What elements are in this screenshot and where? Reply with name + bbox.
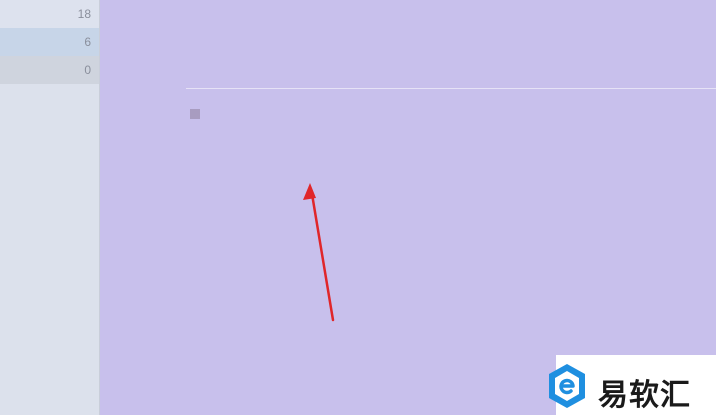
hexagon-e-logo-icon [549,364,585,408]
red-arrow-annotation-icon [303,183,335,322]
watermark-text: 易软汇 [598,378,691,413]
horizontal-divider [186,88,716,89]
sidebar-count-row[interactable]: 0 [0,56,99,84]
sidebar: 18 6 0 [0,0,100,415]
sidebar-count-row[interactable]: 18 [0,0,99,28]
app-window: 18 6 0 易软汇 [0,0,716,415]
sidebar-count: 0 [84,63,91,77]
sidebar-count: 18 [77,7,91,21]
main-canvas [100,0,716,415]
sidebar-count-row[interactable]: 6 [0,28,99,56]
sidebar-empty-area [0,84,99,415]
task-checkbox[interactable] [190,109,200,119]
sidebar-count: 6 [84,35,91,49]
